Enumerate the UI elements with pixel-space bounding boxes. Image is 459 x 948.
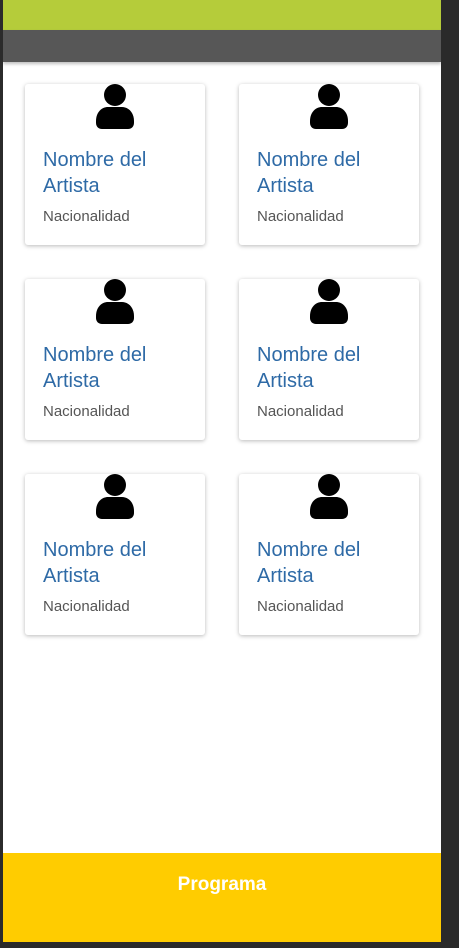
artist-card[interactable]: Nombre del Artista Nacionalidad: [25, 279, 205, 440]
artist-nationality: Nacionalidad: [257, 403, 344, 420]
artist-card[interactable]: Nombre del Artista Nacionalidad: [239, 474, 419, 635]
app-screen: Nombre del Artista Nacionalidad Nombre d…: [3, 0, 441, 942]
artist-name: Nombre del Artista: [43, 539, 147, 587]
artist-name: Nombre del Artista: [257, 149, 361, 197]
artist-nationality: Nacionalidad: [43, 208, 130, 225]
user-icon: [310, 474, 348, 519]
programa-label: Programa: [177, 874, 267, 895]
artist-card[interactable]: Nombre del Artista Nacionalidad: [25, 474, 205, 635]
artist-card[interactable]: Nombre del Artista Nacionalidad: [239, 84, 419, 245]
user-icon: [310, 279, 348, 324]
artist-nationality: Nacionalidad: [43, 403, 130, 420]
artist-nationality: Nacionalidad: [43, 598, 130, 615]
top-bar: [3, 0, 441, 30]
programa-button[interactable]: Programa: [3, 853, 441, 942]
user-icon: [96, 84, 134, 129]
artist-name: Nombre del Artista: [43, 149, 147, 197]
artist-name: Nombre del Artista: [257, 539, 361, 587]
artist-nationality: Nacionalidad: [257, 208, 344, 225]
user-icon: [310, 84, 348, 129]
window-edge: [441, 0, 459, 948]
window-edge-bottom: [0, 942, 459, 948]
artist-grid: Nombre del Artista Nacionalidad Nombre d…: [25, 84, 421, 635]
artist-card[interactable]: Nombre del Artista Nacionalidad: [25, 84, 205, 245]
artist-name: Nombre del Artista: [257, 344, 361, 392]
artist-nationality: Nacionalidad: [257, 598, 344, 615]
header-toolbar: [3, 30, 441, 62]
user-icon: [96, 279, 134, 324]
artist-name: Nombre del Artista: [43, 344, 147, 392]
artist-card[interactable]: Nombre del Artista Nacionalidad: [239, 279, 419, 440]
user-icon: [96, 474, 134, 519]
